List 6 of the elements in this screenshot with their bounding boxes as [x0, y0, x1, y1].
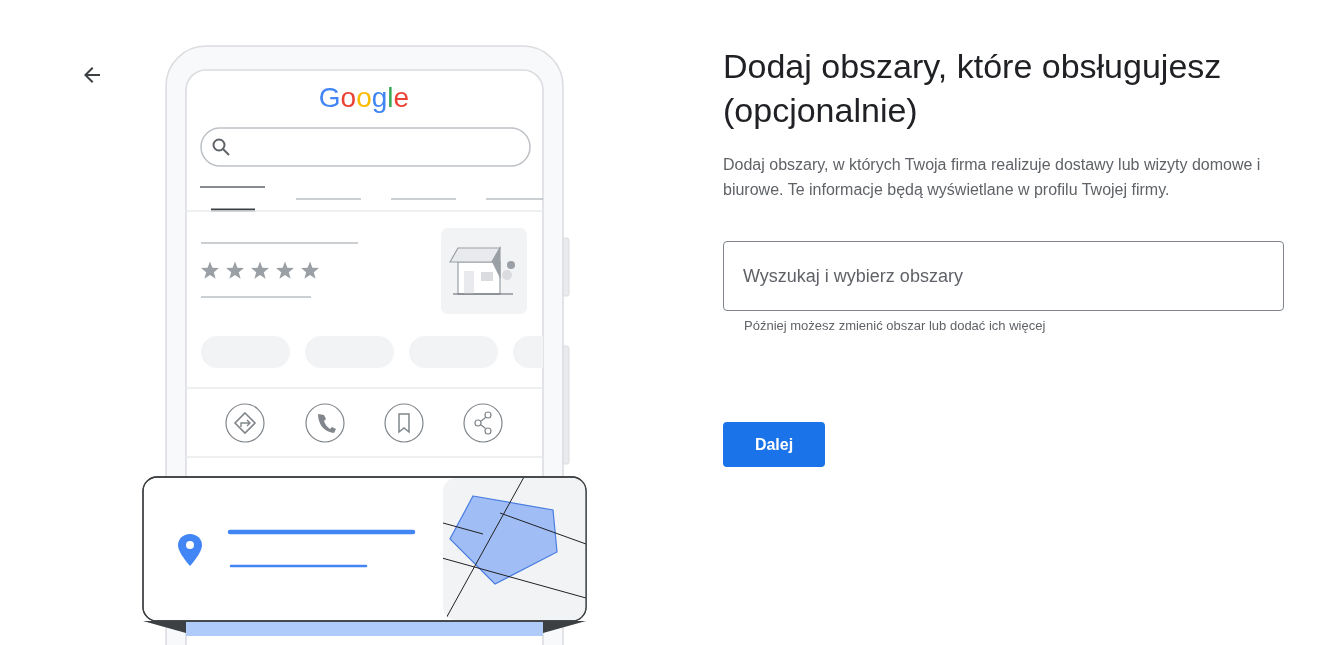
helper-text: Później możesz zmienić obszar lub dodać ich więcej — [744, 317, 1047, 335]
next-button[interactable]: Dalej — [723, 422, 825, 467]
google-logo: Google — [318, 82, 410, 113]
page-heading: Dodaj obszary, które obsługujesz (opcjonalnie) — [723, 46, 1223, 131]
description-text: Dodaj obszary, w których Twoja firma realizuje dostawy lub wizyty domowe i biurowe. Te informacje będą wyświetlane w profilu Twojej firmy. — [723, 155, 1262, 200]
area-search-field[interactable]: Wyszukaj i wybierz obszary — [723, 241, 1284, 311]
